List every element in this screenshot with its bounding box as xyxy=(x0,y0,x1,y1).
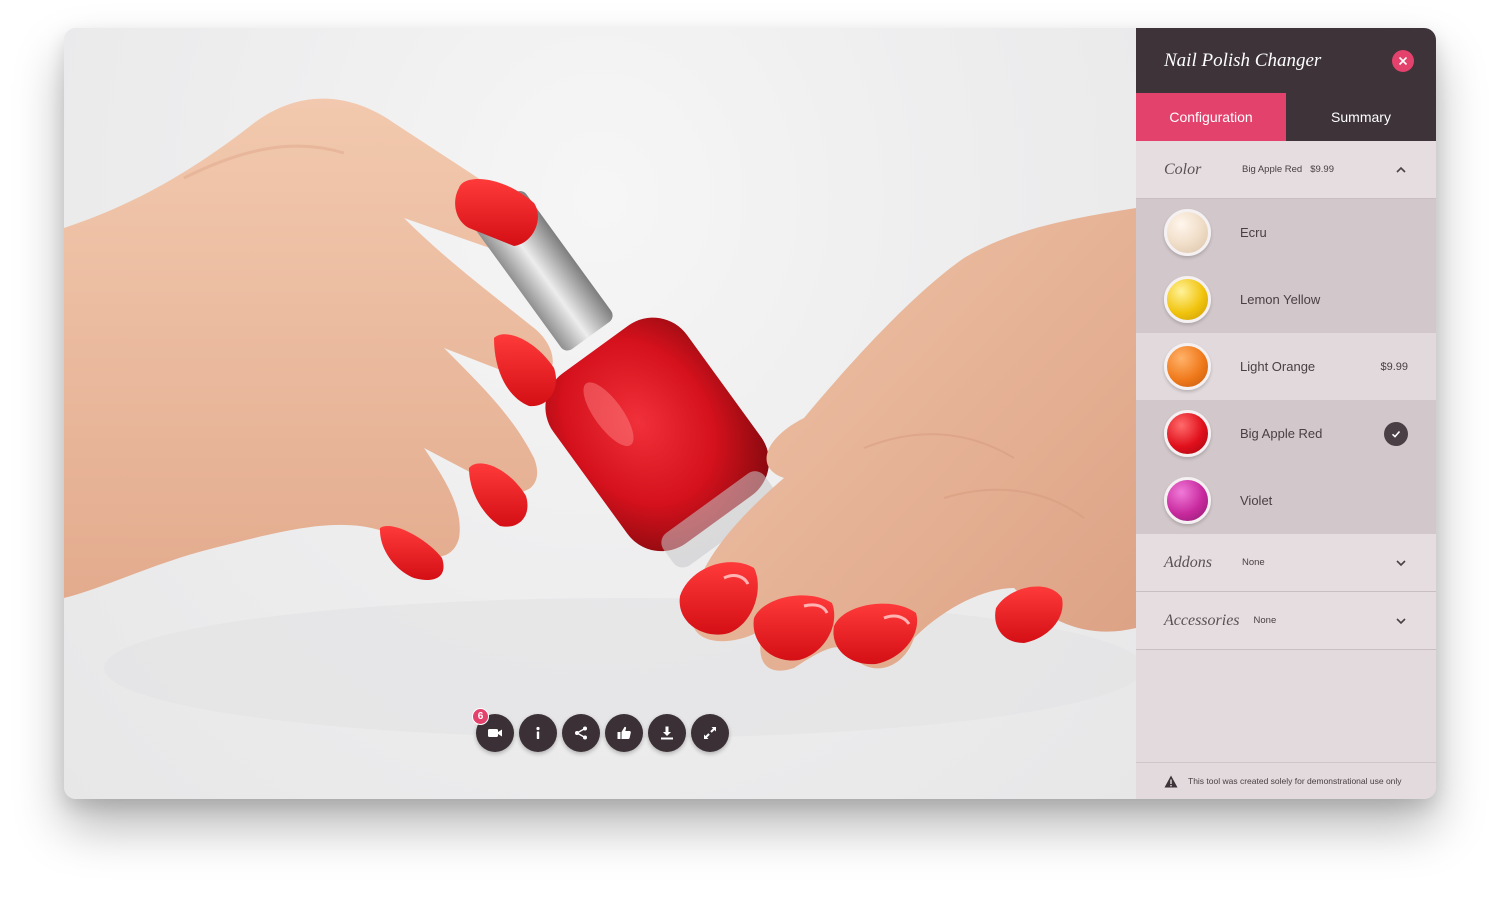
color-swatch-list: Ecru Lemon Yellow Light Orange $9.99 Big… xyxy=(1136,199,1436,534)
chevron-down-icon xyxy=(1396,617,1406,624)
swatch-name: Lemon Yellow xyxy=(1240,292,1321,307)
swatch-color-dot xyxy=(1164,410,1211,457)
chevron-up-icon xyxy=(1396,166,1406,173)
panel-footer: This tool was created solely for demonst… xyxy=(1136,762,1436,799)
swatch-big-apple-red[interactable]: Big Apple Red xyxy=(1136,400,1436,467)
check-icon xyxy=(1391,430,1401,438)
notification-badge: 6 xyxy=(472,708,489,725)
swatch-lemon-yellow[interactable]: Lemon Yellow xyxy=(1136,266,1436,333)
close-icon xyxy=(1398,56,1408,65)
panel-tabs: Configuration Summary xyxy=(1136,93,1436,141)
swatch-color-dot xyxy=(1164,343,1211,390)
share-button[interactable] xyxy=(562,714,600,752)
swatch-price: $9.99 xyxy=(1380,360,1408,373)
info-button[interactable] xyxy=(519,714,557,752)
swatch-color-dot xyxy=(1164,276,1211,323)
hands-illustration xyxy=(64,98,1136,738)
video-button[interactable]: 6 xyxy=(472,708,514,752)
accessories-section-header[interactable]: Accessories None xyxy=(1136,592,1436,650)
section-value: None xyxy=(1242,557,1265,568)
close-button[interactable] xyxy=(1392,49,1414,72)
like-button[interactable] xyxy=(605,714,643,752)
fullscreen-button[interactable] xyxy=(691,714,729,752)
viewer-toolbar: 6 xyxy=(472,708,729,752)
panel-header: Nail Polish Changer xyxy=(1136,28,1436,93)
section-value: None xyxy=(1253,615,1277,626)
swatch-violet[interactable]: Violet xyxy=(1136,467,1436,534)
expand-icon xyxy=(704,727,716,739)
tab-configuration[interactable]: Configuration xyxy=(1136,93,1286,141)
section-name: Color xyxy=(1164,160,1202,178)
swatch-color-dot xyxy=(1164,477,1211,524)
swatch-name: Ecru xyxy=(1240,225,1267,240)
share-icon xyxy=(575,726,587,740)
warning-icon xyxy=(1164,775,1178,787)
swatch-color-dot xyxy=(1164,209,1211,256)
app-window: 6 Nail Polish Changer Configuration Summ… xyxy=(64,28,1436,799)
disclaimer-text: This tool was created solely for demonst… xyxy=(1188,776,1402,786)
panel-title: Nail Polish Changer xyxy=(1164,49,1322,71)
swatch-name: Big Apple Red xyxy=(1240,426,1323,441)
section-value: Big Apple Red xyxy=(1242,164,1303,175)
download-icon xyxy=(661,726,673,740)
download-button[interactable] xyxy=(648,714,686,752)
info-icon xyxy=(536,726,540,739)
video-icon xyxy=(488,729,502,737)
thumbs-up-icon xyxy=(617,726,631,739)
swatch-ecru[interactable]: Ecru xyxy=(1136,199,1436,266)
swatch-name: Light Orange xyxy=(1240,359,1316,374)
swatch-light-orange[interactable]: Light Orange $9.99 xyxy=(1136,333,1436,400)
preview-stage: 6 xyxy=(64,28,1136,799)
configuration-panel: Nail Polish Changer Configuration Summar… xyxy=(1136,28,1436,799)
swatch-name: Violet xyxy=(1240,493,1273,508)
addons-section-header[interactable]: Addons None xyxy=(1136,534,1436,592)
color-section-header[interactable]: Color Big Apple Red $9.99 xyxy=(1136,141,1436,199)
selected-check xyxy=(1384,421,1408,446)
section-name: Accessories xyxy=(1164,611,1240,629)
tab-summary[interactable]: Summary xyxy=(1286,93,1436,141)
section-name: Addons xyxy=(1164,553,1212,571)
chevron-down-icon xyxy=(1396,559,1406,566)
section-price: $9.99 xyxy=(1310,164,1334,175)
